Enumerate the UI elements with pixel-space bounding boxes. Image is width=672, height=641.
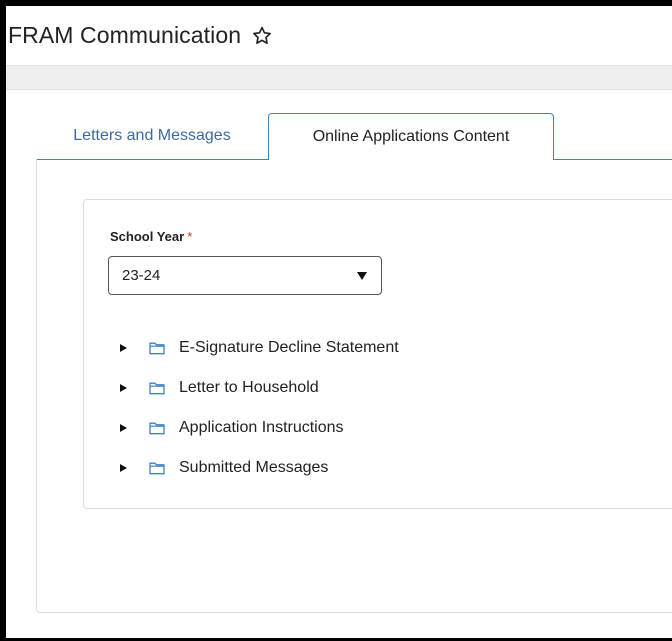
tab-online-applications-content[interactable]: Online Applications Content <box>268 113 554 160</box>
tree-item-label: Application Instructions <box>179 419 344 436</box>
sub-toolbar <box>6 66 672 90</box>
expand-caret-icon[interactable] <box>120 424 127 432</box>
title-bar: FRAM Communication <box>6 6 672 66</box>
folder-icon <box>149 421 165 435</box>
folder-icon <box>149 381 165 395</box>
tree-item-application-instructions[interactable]: Application Instructions <box>120 408 399 448</box>
school-year-value: 23-24 <box>122 267 161 284</box>
tree-item-label: Letter to Household <box>179 379 319 396</box>
tree-item-letter-to-household[interactable]: Letter to Household <box>120 368 399 408</box>
expand-caret-icon[interactable] <box>120 384 127 392</box>
content-card: School Year * 23-24 E-Signature Decline S… <box>83 199 672 509</box>
tab-letters-and-messages[interactable]: Letters and Messages <box>36 113 268 160</box>
app-window: FRAM Communication Letters and Messages … <box>6 6 672 638</box>
folder-tree: E-Signature Decline Statement Letter to … <box>120 328 399 488</box>
content-area: Letters and Messages Online Applications… <box>6 90 672 638</box>
folder-icon <box>149 341 165 355</box>
tree-item-submitted-messages[interactable]: Submitted Messages <box>120 448 399 488</box>
tab-panel: School Year * 23-24 E-Signature Decline S… <box>36 159 672 613</box>
page-title: FRAM Communication <box>8 22 242 48</box>
star-icon[interactable] <box>251 25 273 47</box>
tab-bar: Letters and Messages Online Applications… <box>36 113 672 160</box>
school-year-label-text: School Year <box>110 229 185 244</box>
tree-item-label: Submitted Messages <box>179 459 329 476</box>
dropdown-arrow-icon <box>357 272 367 280</box>
expand-caret-icon[interactable] <box>120 464 127 472</box>
folder-icon <box>149 461 165 475</box>
school-year-label: School Year * <box>110 229 192 244</box>
school-year-select[interactable]: 23-24 <box>108 256 382 295</box>
required-marker: * <box>187 229 193 244</box>
expand-caret-icon[interactable] <box>120 344 127 352</box>
tree-item-e-signature-decline-statement[interactable]: E-Signature Decline Statement <box>120 328 399 368</box>
tree-item-label: E-Signature Decline Statement <box>179 339 399 356</box>
